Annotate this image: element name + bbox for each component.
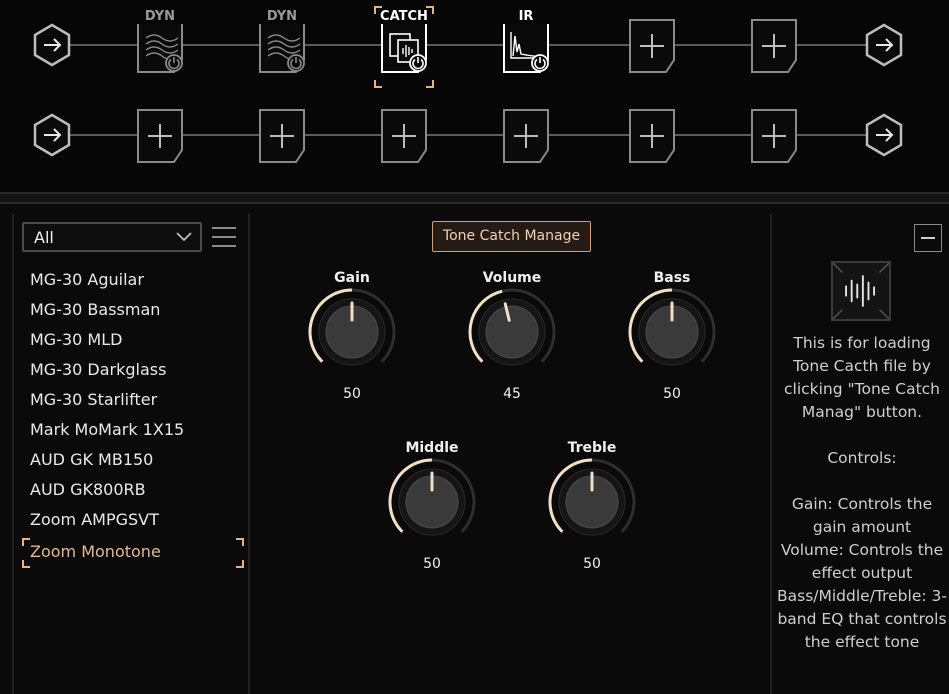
preset-list-item[interactable]: MG-30 Bassman [22, 296, 244, 326]
middle-knob-control: Middle 50 [382, 440, 482, 590]
preset-list-item[interactable]: MG-30 Darkglass [22, 356, 244, 386]
selection-corner [374, 80, 382, 88]
panel-divider [0, 192, 949, 204]
gain-knob-control: Gain 50 [302, 270, 402, 420]
info-panel: This is for loading Tone Cacth file by c… [770, 214, 949, 694]
chain-input-arrow-icon[interactable] [32, 113, 72, 157]
category-filter-value: All [34, 228, 54, 247]
chevron-down-icon [176, 232, 192, 242]
preset-list-item[interactable]: Zoom AMPGSVT [22, 506, 244, 536]
chain-row-2 [0, 100, 949, 170]
category-filter-dropdown[interactable]: All [22, 222, 202, 252]
preset-list-item[interactable]: Mark MoMark 1X15 [22, 416, 244, 446]
empty-slot-add-button[interactable] [628, 18, 676, 74]
volume-knob-control: Volume 45 [462, 270, 562, 420]
minus-icon[interactable] [914, 224, 942, 252]
effect-slot-title: CATCH [380, 9, 428, 24]
empty-slot-add-button[interactable] [750, 18, 798, 74]
selection-corner [236, 538, 244, 546]
preset-list-item[interactable]: AUD GK MB150 [22, 446, 244, 476]
treble-knob[interactable] [546, 456, 638, 548]
empty-slot-add-button[interactable] [258, 108, 306, 164]
selection-corner [426, 6, 434, 14]
effect-slot-dyn[interactable]: DYN [136, 9, 184, 74]
volume-knob[interactable] [466, 286, 558, 378]
empty-slot-add-button[interactable] [136, 108, 184, 164]
effect-slot-title: DYN [258, 9, 306, 24]
selection-corner [374, 6, 382, 14]
effect-slot-ir[interactable]: IR [502, 9, 550, 74]
empty-slot-add-button[interactable] [750, 108, 798, 164]
chain-output-arrow-icon[interactable] [864, 23, 904, 67]
waveform-icon [831, 261, 891, 321]
preset-list: MG-30 Aguilar MG-30 Bassman MG-30 MLD MG-30… [22, 266, 244, 568]
gain-knob[interactable] [306, 286, 398, 378]
power-icon [165, 54, 183, 72]
chain-output-arrow-icon[interactable] [864, 113, 904, 157]
volume-knob-value: 45 [503, 386, 521, 402]
preset-list-item[interactable]: MG-30 Starlifter [22, 386, 244, 416]
middle-knob-value: 50 [423, 556, 441, 572]
effect-slot-dyn[interactable]: DYN [258, 9, 306, 74]
power-icon [287, 54, 305, 72]
bass-knob-value: 50 [663, 386, 681, 402]
middle-knob-label: Middle [405, 440, 459, 456]
volume-knob-label: Volume [482, 270, 542, 286]
empty-slot-add-button[interactable] [502, 108, 550, 164]
preset-list-item[interactable]: MG-30 MLD [22, 326, 244, 356]
treble-knob-value: 50 [583, 556, 601, 572]
middle-knob[interactable] [386, 456, 478, 548]
treble-knob-label: Treble [567, 440, 617, 456]
selection-corner [236, 560, 244, 568]
effect-slot-catch[interactable]: CATCH [374, 6, 434, 88]
effect-description-text: This is for loading Tone Cacth file by c… [777, 334, 947, 651]
effect-slot-title: IR [502, 9, 550, 24]
power-icon [531, 54, 549, 72]
empty-slot-add-button[interactable] [380, 108, 428, 164]
bass-knob[interactable] [626, 286, 718, 378]
bass-knob-control: Bass 50 [622, 270, 722, 420]
signal-chain: DYN DYN CATCH IR [0, 0, 949, 192]
preset-list-item[interactable]: AUD GK800RB [22, 476, 244, 506]
selection-corner [22, 538, 30, 546]
bass-knob-label: Bass [653, 270, 691, 286]
preset-library-panel: All MG-30 Aguilar MG-30 Bassman MG-30 MLD M… [12, 214, 250, 694]
gain-knob-label: Gain [334, 270, 370, 286]
effect-slot-title: DYN [136, 9, 184, 24]
preset-list-item[interactable]: Zoom Monotone [22, 538, 244, 568]
empty-slot-add-button[interactable] [628, 108, 676, 164]
gain-knob-value: 50 [343, 386, 361, 402]
selection-corner [426, 80, 434, 88]
treble-knob-control: Treble 50 [542, 440, 642, 590]
chain-input-arrow-icon[interactable] [32, 23, 72, 67]
chain-row-1: DYN DYN CATCH IR [0, 6, 949, 88]
preset-list-item[interactable]: MG-30 Aguilar [22, 266, 244, 296]
selection-corner [22, 560, 30, 568]
effect-editor-panel: Tone Catch Manage Gain 50 Volume 45 Bass 50 Mi… [252, 214, 770, 694]
tone-catch-manage-button[interactable]: Tone Catch Manage [432, 221, 591, 252]
hamburger-menu-icon[interactable] [212, 226, 236, 248]
power-icon [409, 54, 427, 72]
